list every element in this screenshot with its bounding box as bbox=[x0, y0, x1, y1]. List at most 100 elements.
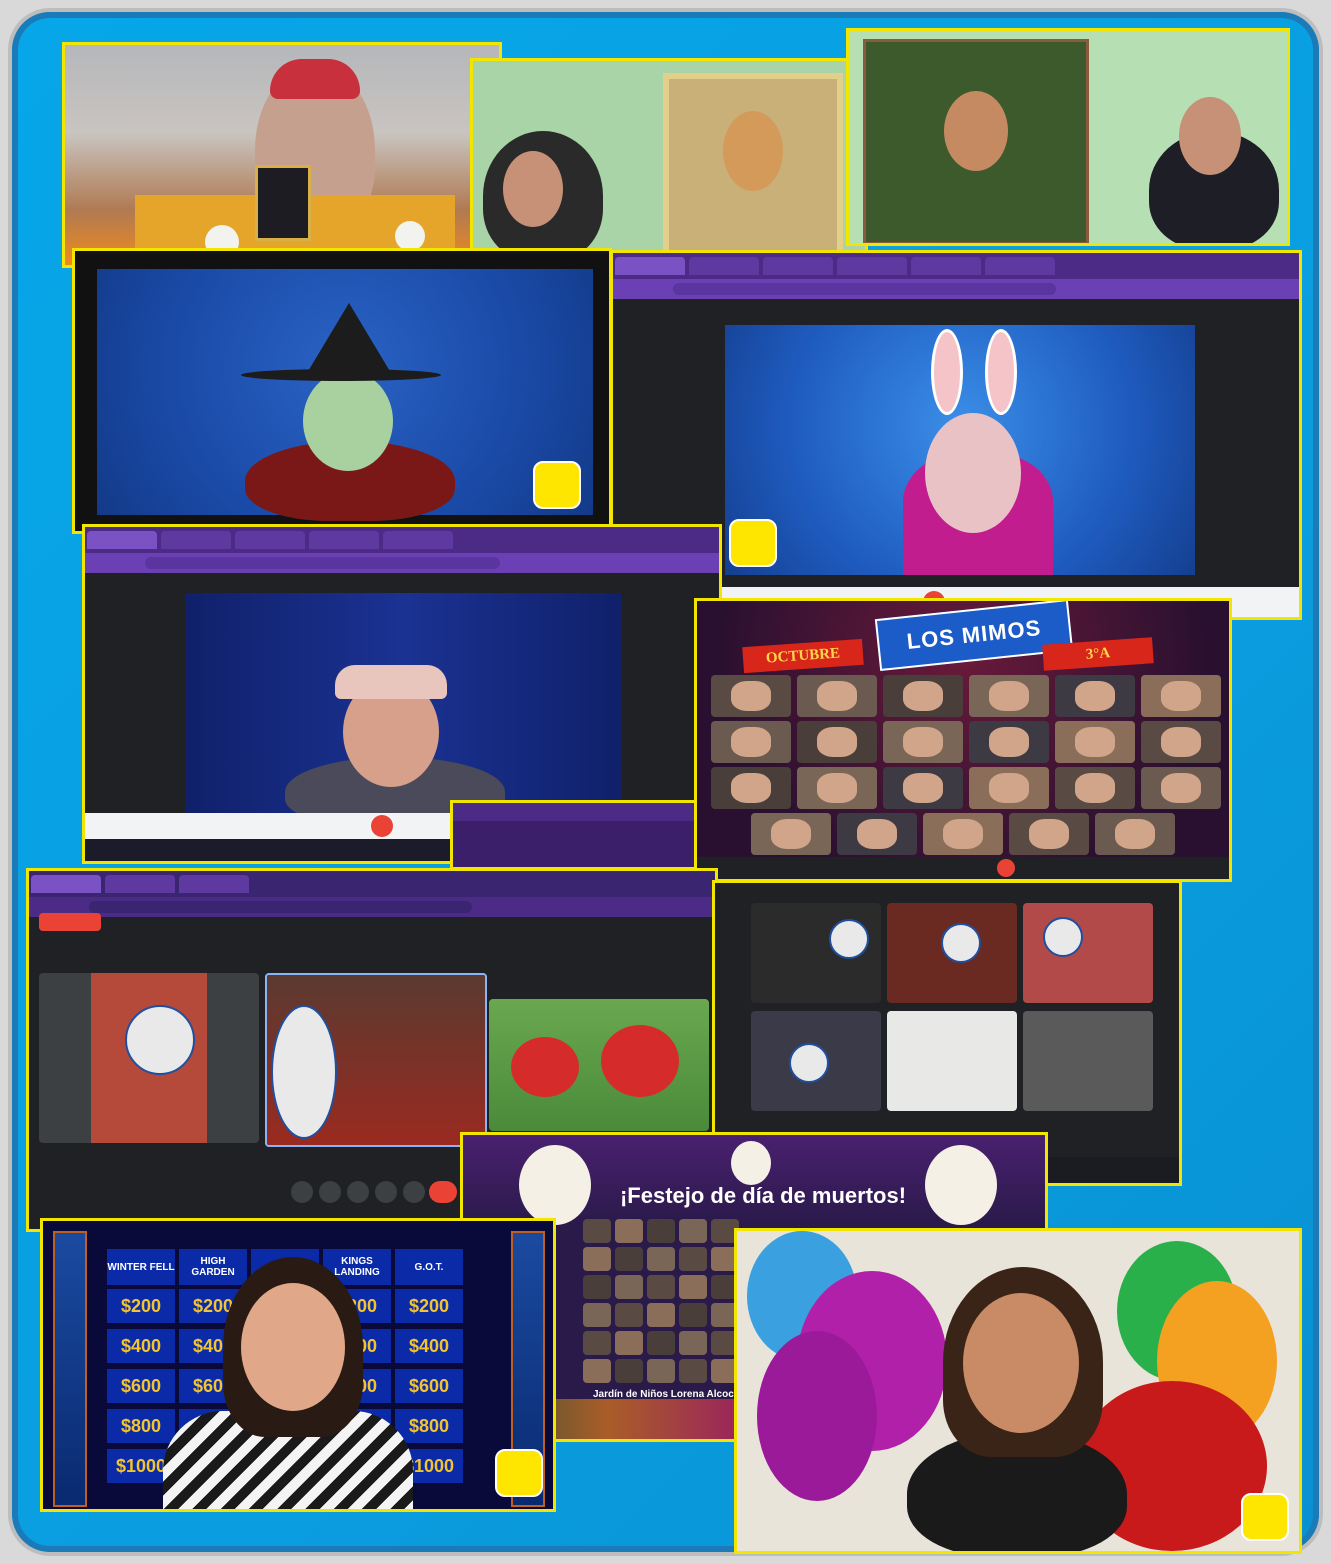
participant-tile bbox=[39, 973, 259, 1143]
quiz-cell[interactable]: $600 bbox=[107, 1369, 175, 1403]
quiz-cell[interactable]: $200 bbox=[395, 1289, 463, 1323]
participant-video bbox=[1115, 819, 1155, 849]
face-blur-icon bbox=[941, 923, 981, 963]
face-blur-icon bbox=[271, 1005, 337, 1139]
participant-tile bbox=[647, 1275, 675, 1299]
participant-tile bbox=[679, 1247, 707, 1271]
participant-tile bbox=[615, 1359, 643, 1383]
video-los-mimos: OCTUBRE LOS MIMOS 3°A bbox=[694, 598, 1232, 882]
browser-tab[interactable] bbox=[911, 257, 981, 275]
altar-portrait bbox=[255, 165, 311, 241]
participant-tile bbox=[797, 721, 877, 763]
participant-tile bbox=[583, 1219, 611, 1243]
participant-tile bbox=[923, 813, 1003, 855]
browser-tab[interactable] bbox=[179, 875, 249, 893]
participant-tile bbox=[647, 1247, 675, 1271]
skull-icon bbox=[925, 1145, 997, 1225]
participant-tile bbox=[797, 767, 877, 809]
participant-tile bbox=[1055, 675, 1135, 717]
browser-tab[interactable] bbox=[105, 875, 175, 893]
participant-tile bbox=[797, 675, 877, 717]
participant-tile bbox=[711, 721, 791, 763]
participant-face bbox=[963, 1293, 1079, 1433]
quiz-cell[interactable]: $200 bbox=[107, 1289, 175, 1323]
festejo-title: ¡Festejo de día de muertos! bbox=[619, 1183, 907, 1208]
participant-tile bbox=[647, 1359, 675, 1383]
participant-tile bbox=[679, 1331, 707, 1355]
participant-grid bbox=[711, 675, 1221, 861]
browser-tab[interactable] bbox=[837, 257, 907, 275]
end-call-button[interactable] bbox=[429, 1181, 457, 1203]
quiz-cell[interactable]: $400 bbox=[395, 1329, 463, 1363]
participant-tile bbox=[615, 1275, 643, 1299]
url-field[interactable] bbox=[89, 901, 473, 913]
participant-video bbox=[731, 681, 771, 711]
raise-hand-button[interactable] bbox=[347, 1181, 369, 1203]
participant-tile bbox=[969, 721, 1049, 763]
participant-video bbox=[1075, 727, 1115, 757]
quiz-cell[interactable]: $800 bbox=[107, 1409, 175, 1443]
browser-tab[interactable] bbox=[235, 531, 305, 549]
browser-tab[interactable] bbox=[383, 531, 453, 549]
quiz-category: WINTER FELL bbox=[107, 1249, 175, 1285]
url-field[interactable] bbox=[673, 283, 1057, 295]
month-label: OCTUBRE bbox=[765, 645, 841, 667]
video-frida bbox=[846, 28, 1290, 246]
quiz-cell[interactable]: $800 bbox=[395, 1409, 463, 1443]
witch-hat-icon bbox=[307, 303, 391, 373]
participant-video bbox=[1161, 727, 1201, 757]
participant-video bbox=[989, 727, 1029, 757]
participant-face bbox=[241, 1283, 345, 1411]
snap-lens-icon bbox=[495, 1449, 543, 1497]
browser-tab[interactable] bbox=[309, 531, 379, 549]
mic-button[interactable] bbox=[291, 1181, 313, 1203]
browser-tab[interactable] bbox=[615, 257, 685, 275]
video-quiz-board: WINTER FELL $200 $400 $600 $800 $1000 HIGH GAR… bbox=[40, 1218, 556, 1512]
browser-tab[interactable] bbox=[689, 257, 759, 275]
quiz-cell[interactable]: $400 bbox=[107, 1329, 175, 1363]
end-call-button[interactable] bbox=[371, 815, 393, 837]
camera-button[interactable] bbox=[319, 1181, 341, 1203]
participant-tile bbox=[711, 767, 791, 809]
video-van-gogh bbox=[470, 58, 868, 254]
skull-icon bbox=[519, 1145, 591, 1225]
video-witch bbox=[72, 248, 612, 534]
address-bar[interactable] bbox=[29, 897, 715, 917]
balloon-icon bbox=[757, 1331, 877, 1501]
browser-tab[interactable] bbox=[31, 875, 101, 893]
participant-tile bbox=[615, 1303, 643, 1327]
address-bar[interactable] bbox=[613, 279, 1299, 299]
browser-tab[interactable] bbox=[161, 531, 231, 549]
apple-character-icon bbox=[511, 1037, 579, 1097]
participant-tile bbox=[647, 1219, 675, 1243]
participant-video bbox=[817, 681, 857, 711]
face-blur-icon bbox=[125, 1005, 195, 1075]
participant-tile bbox=[883, 675, 963, 717]
painting-face bbox=[723, 111, 783, 191]
present-button[interactable] bbox=[375, 1181, 397, 1203]
quiz-cell[interactable]: $600 bbox=[395, 1369, 463, 1403]
face-blur-icon bbox=[1043, 917, 1083, 957]
browser-tab[interactable] bbox=[985, 257, 1055, 275]
participant-tile bbox=[615, 1331, 643, 1355]
end-call-button[interactable] bbox=[997, 859, 1015, 877]
participant-tile bbox=[615, 1219, 643, 1243]
face-blur-icon bbox=[789, 1043, 829, 1083]
more-options-button[interactable] bbox=[403, 1181, 425, 1203]
url-field[interactable] bbox=[145, 557, 500, 569]
participant-video bbox=[857, 819, 897, 849]
video-small-window bbox=[450, 800, 710, 870]
participant-face bbox=[503, 151, 563, 227]
browser-tab[interactable] bbox=[87, 531, 157, 549]
quiz-category: HIGH GARDEN bbox=[179, 1249, 247, 1285]
browser-tab[interactable] bbox=[763, 257, 833, 275]
browser-tabs bbox=[29, 871, 715, 897]
address-bar[interactable] bbox=[85, 553, 719, 573]
browser-tabs bbox=[85, 527, 719, 553]
apple-character-icon bbox=[601, 1025, 679, 1097]
skull-icon bbox=[731, 1141, 771, 1185]
participant-tile bbox=[583, 1303, 611, 1327]
participant-tile bbox=[1141, 675, 1221, 717]
participant-tile bbox=[883, 767, 963, 809]
catrina-hair bbox=[270, 59, 360, 99]
